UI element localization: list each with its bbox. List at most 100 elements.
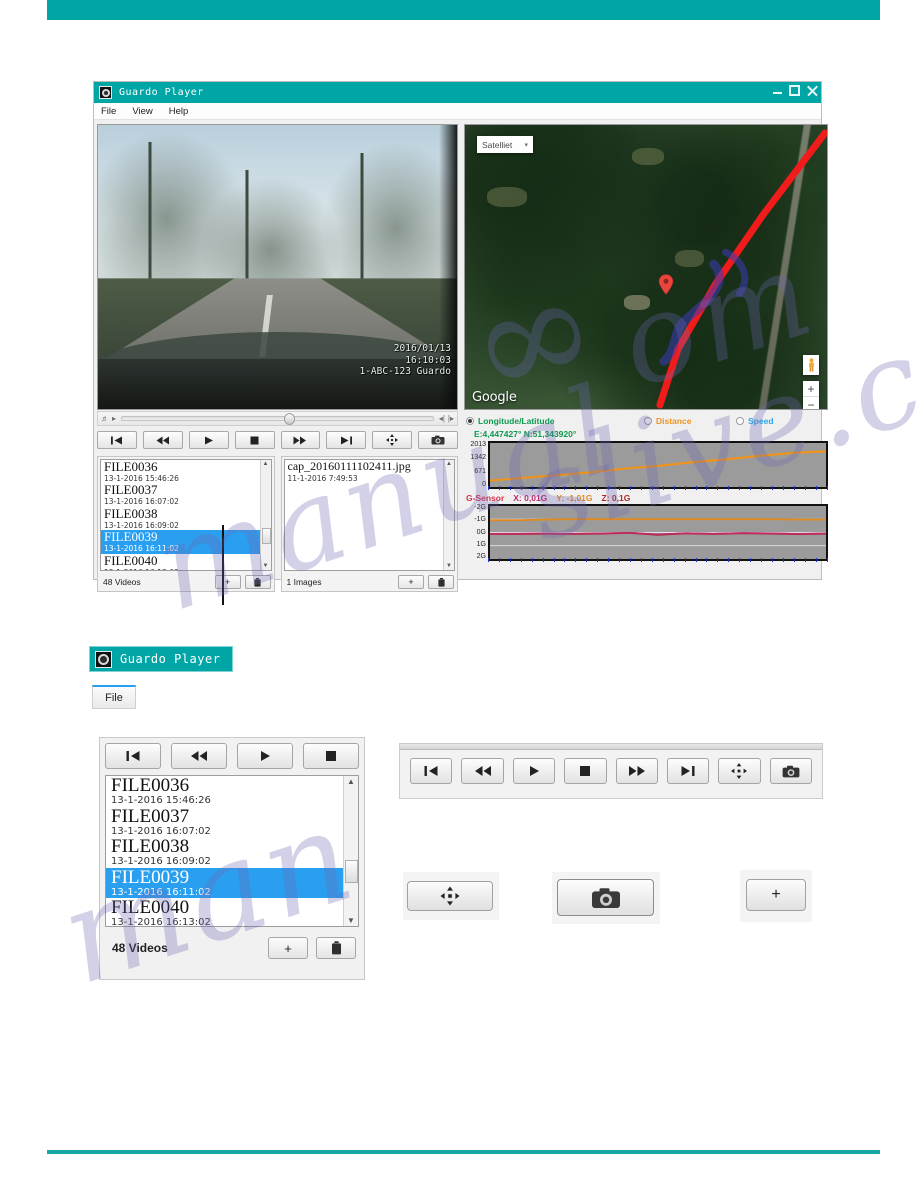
play-button[interactable] [512,758,556,784]
previous-file-button[interactable] [410,758,453,784]
window-title: Guardo Player [119,87,204,98]
gsensor-z-label: Z: 0,1G [601,492,631,503]
list-item[interactable]: FILE0037 13-1-2016 16:07:02 [106,807,343,838]
list-item[interactable]: FILE0038 13-1-2016 16:09:02 [101,507,260,530]
fast-forward-button[interactable] [615,758,658,784]
zoom-in-button[interactable]: + [803,381,819,397]
page-header-band [47,0,880,20]
snapshot-button[interactable] [418,431,458,449]
radio-longitude-latitude[interactable]: Longitude/Latitude [466,416,644,426]
add-image-button[interactable]: + [398,575,424,589]
gsensor-chart-plot[interactable] [488,504,828,561]
maximize-icon[interactable] [789,85,800,96]
trash-icon [331,941,341,955]
play-button[interactable] [237,743,293,769]
next-file-button[interactable] [326,431,367,449]
close-icon[interactable] [806,85,817,96]
callout-snapshot-wrap [552,872,660,924]
list-item[interactable]: FILE0036 13-1-2016 15:46:26 [101,460,260,483]
list-item-date: 13-1-2016 15:46:26 [111,795,211,806]
fullscreen-button[interactable] [372,431,413,449]
list-item[interactable]: FILE0040 13-1-2016 16:13:02 [101,554,260,571]
video-osd-overlay: 2016/01/13 16:10:03 1-ABC-123 Guardo [359,343,451,377]
list-item-selected[interactable]: FILE0039 13-1-2016 16:11:02 [101,530,260,554]
scrollbar-thumb[interactable] [345,860,358,883]
image-list-scrollbar[interactable]: ▲ ▼ [443,460,454,570]
osd-plate: 1-ABC-123 Guardo [359,365,451,377]
gps-chart-plot[interactable] [488,441,828,489]
seek-track[interactable] [121,413,434,425]
list-item[interactable]: cap_20160111102411.jpg 11-1-2016 7:49:53 [285,460,444,483]
menu-item-view[interactable]: View [132,106,152,117]
delete-image-button[interactable] [428,575,454,589]
callout-file-menu[interactable]: File [92,685,136,709]
list-item-date: 13-1-2016 16:09:02 [111,856,211,867]
radio-icon [466,416,474,425]
snapshot-button[interactable] [557,879,654,916]
video-viewport[interactable]: 2016/01/13 16:10:03 1-ABC-123 Guardo [97,124,458,410]
scroll-down-icon[interactable]: ▼ [347,915,355,926]
rewind-button[interactable] [171,743,227,769]
add-button[interactable]: + [746,879,806,911]
delete-video-button[interactable] [316,937,356,959]
delete-video-button[interactable] [244,575,271,589]
list-item[interactable]: FILE0036 13-1-2016 15:46:26 [106,776,343,807]
rewind-button[interactable] [461,758,504,784]
rewind-button[interactable] [142,431,183,449]
add-video-button[interactable]: + [214,575,241,589]
callout-file-list-box[interactable]: FILE0036 13-1-2016 15:46:26 FILE0037 13-… [105,775,359,927]
zoom-out-button[interactable]: − [803,397,819,409]
frame-fwd-icon[interactable]: |▸ [448,414,454,423]
minimize-icon[interactable] [772,85,783,96]
previous-file-button[interactable] [105,743,161,769]
map-pin-icon[interactable] [658,274,674,296]
frame-back-icon[interactable]: ◂| [439,414,445,423]
video-list-scrollbar[interactable]: ▲ ▼ [259,460,271,570]
list-item[interactable]: FILE0040 13-1-2016 16:13:02 [106,898,343,926]
list-item[interactable]: FILE0037 13-1-2016 16:07:02 [101,483,260,506]
gps-chart-x-ticks [488,486,828,491]
menu-item-file[interactable]: File [101,106,116,117]
scroll-up-icon[interactable]: ▲ [263,460,269,468]
callout-list-scrollbar[interactable]: ▲ ▼ [343,776,358,926]
stop-button[interactable] [234,431,275,449]
frame-step-icon[interactable]: ▸ [112,414,116,423]
scroll-down-icon[interactable]: ▼ [263,562,269,570]
fast-forward-button[interactable] [280,431,321,449]
radio-distance[interactable]: Distance [644,416,736,426]
scroll-down-icon[interactable]: ▼ [446,562,452,570]
add-video-button[interactable]: + [268,937,308,959]
play-button[interactable] [188,431,229,449]
list-item[interactable]: FILE0038 13-1-2016 16:09:02 [106,837,343,868]
callout-toolbar-strip [400,744,822,750]
menu-item-help[interactable]: Help [169,106,189,117]
seek-thumb[interactable] [283,413,295,425]
video-list-panel: FILE0036 13-1-2016 15:46:26 FILE0037 13-… [97,456,275,592]
plus-icon: + [408,576,414,587]
seek-bar[interactable]: ♬ ▸ ◂| |▸ [97,411,458,426]
guardo-player-window: Guardo Player File View Help 2016/01/13 … [93,81,828,592]
video-column: 2016/01/13 16:10:03 1-ABC-123 Guardo ♬ ▸… [97,124,458,592]
previous-file-button[interactable] [97,431,137,449]
radio-label: Longitude/Latitude [478,415,555,426]
next-file-button[interactable] [666,758,710,784]
map-viewport[interactable]: Satelliet ▾ Google + − [464,124,828,410]
scroll-up-icon[interactable]: ▲ [347,776,355,787]
scrollbar-thumb[interactable] [261,528,271,545]
list-item-selected[interactable]: FILE0039 13-1-2016 16:11:02 [106,867,343,898]
pegman-icon[interactable] [803,355,819,375]
image-list-box[interactable]: cap_20160111102411.jpg 11-1-2016 7:49:53… [283,459,455,571]
volume-icon[interactable]: ♬ [101,414,109,423]
image-list-items: cap_20160111102411.jpg 11-1-2016 7:49:53 [285,460,444,570]
video-list-box[interactable]: FILE0036 13-1-2016 15:46:26 FILE0037 13-… [100,459,272,571]
callout-toolbar-row [410,758,812,784]
map-type-dropdown[interactable]: Satelliet ▾ [477,136,533,153]
fullscreen-button[interactable] [407,881,493,911]
radio-speed[interactable]: Speed [736,416,774,426]
list-item-name: FILE0036 [111,776,190,796]
stop-button[interactable] [564,758,607,784]
snapshot-button[interactable] [769,758,812,784]
scroll-up-icon[interactable]: ▲ [446,460,452,468]
stop-button[interactable] [303,743,359,769]
fullscreen-button[interactable] [718,758,761,784]
